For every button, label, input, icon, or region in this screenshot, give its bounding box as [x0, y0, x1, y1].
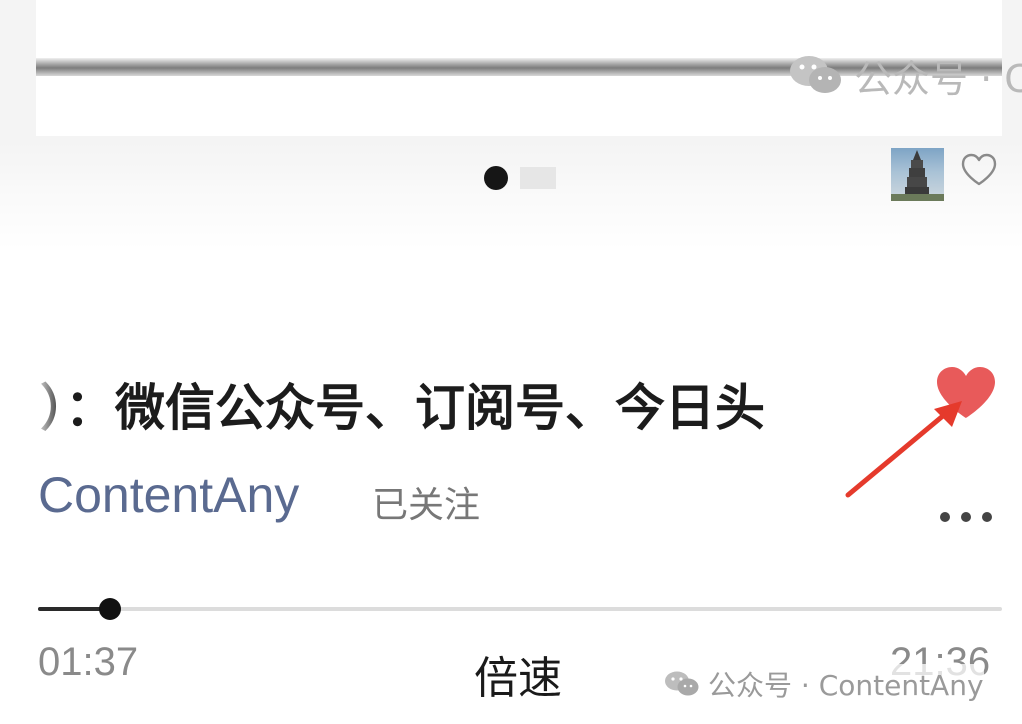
follow-status[interactable]: 已关注: [372, 476, 480, 528]
carousel-dot-inactive[interactable]: [520, 167, 556, 189]
progress-track[interactable]: [38, 607, 1002, 611]
episode-title: ）：微信公众号、订阅号、今日头: [40, 379, 765, 437]
annotation-arrow: [845, 401, 962, 498]
wechat-icon: [665, 671, 699, 696]
bottom-watermark-text: 公众号 · ContentAny: [708, 669, 984, 702]
author-name[interactable]: ContentAny: [38, 466, 299, 524]
current-time: 01:37: [38, 640, 139, 684]
bottom-watermark: 公众号 · ContentAny: [664, 664, 984, 704]
cover-watermark-text: 公众号 · C: [854, 56, 1022, 101]
more-dot: [940, 512, 950, 522]
pagoda-image: [891, 150, 944, 201]
carousel-dot-active[interactable]: [484, 166, 508, 190]
playback-speed-button[interactable]: 倍速: [474, 642, 562, 706]
progress-knob[interactable]: [99, 598, 121, 620]
heart-outline-icon[interactable]: [960, 152, 998, 188]
more-options-icon[interactable]: [940, 512, 992, 522]
cover-card[interactable]: 公众号 · C: [36, 0, 1022, 136]
more-dot: [982, 512, 992, 522]
more-dot: [961, 512, 971, 522]
liker-avatar[interactable]: [891, 148, 944, 201]
wechat-icon: [790, 56, 841, 93]
carousel-indicator[interactable]: [484, 166, 556, 190]
cover-watermark: 公众号 · C: [788, 52, 1022, 101]
